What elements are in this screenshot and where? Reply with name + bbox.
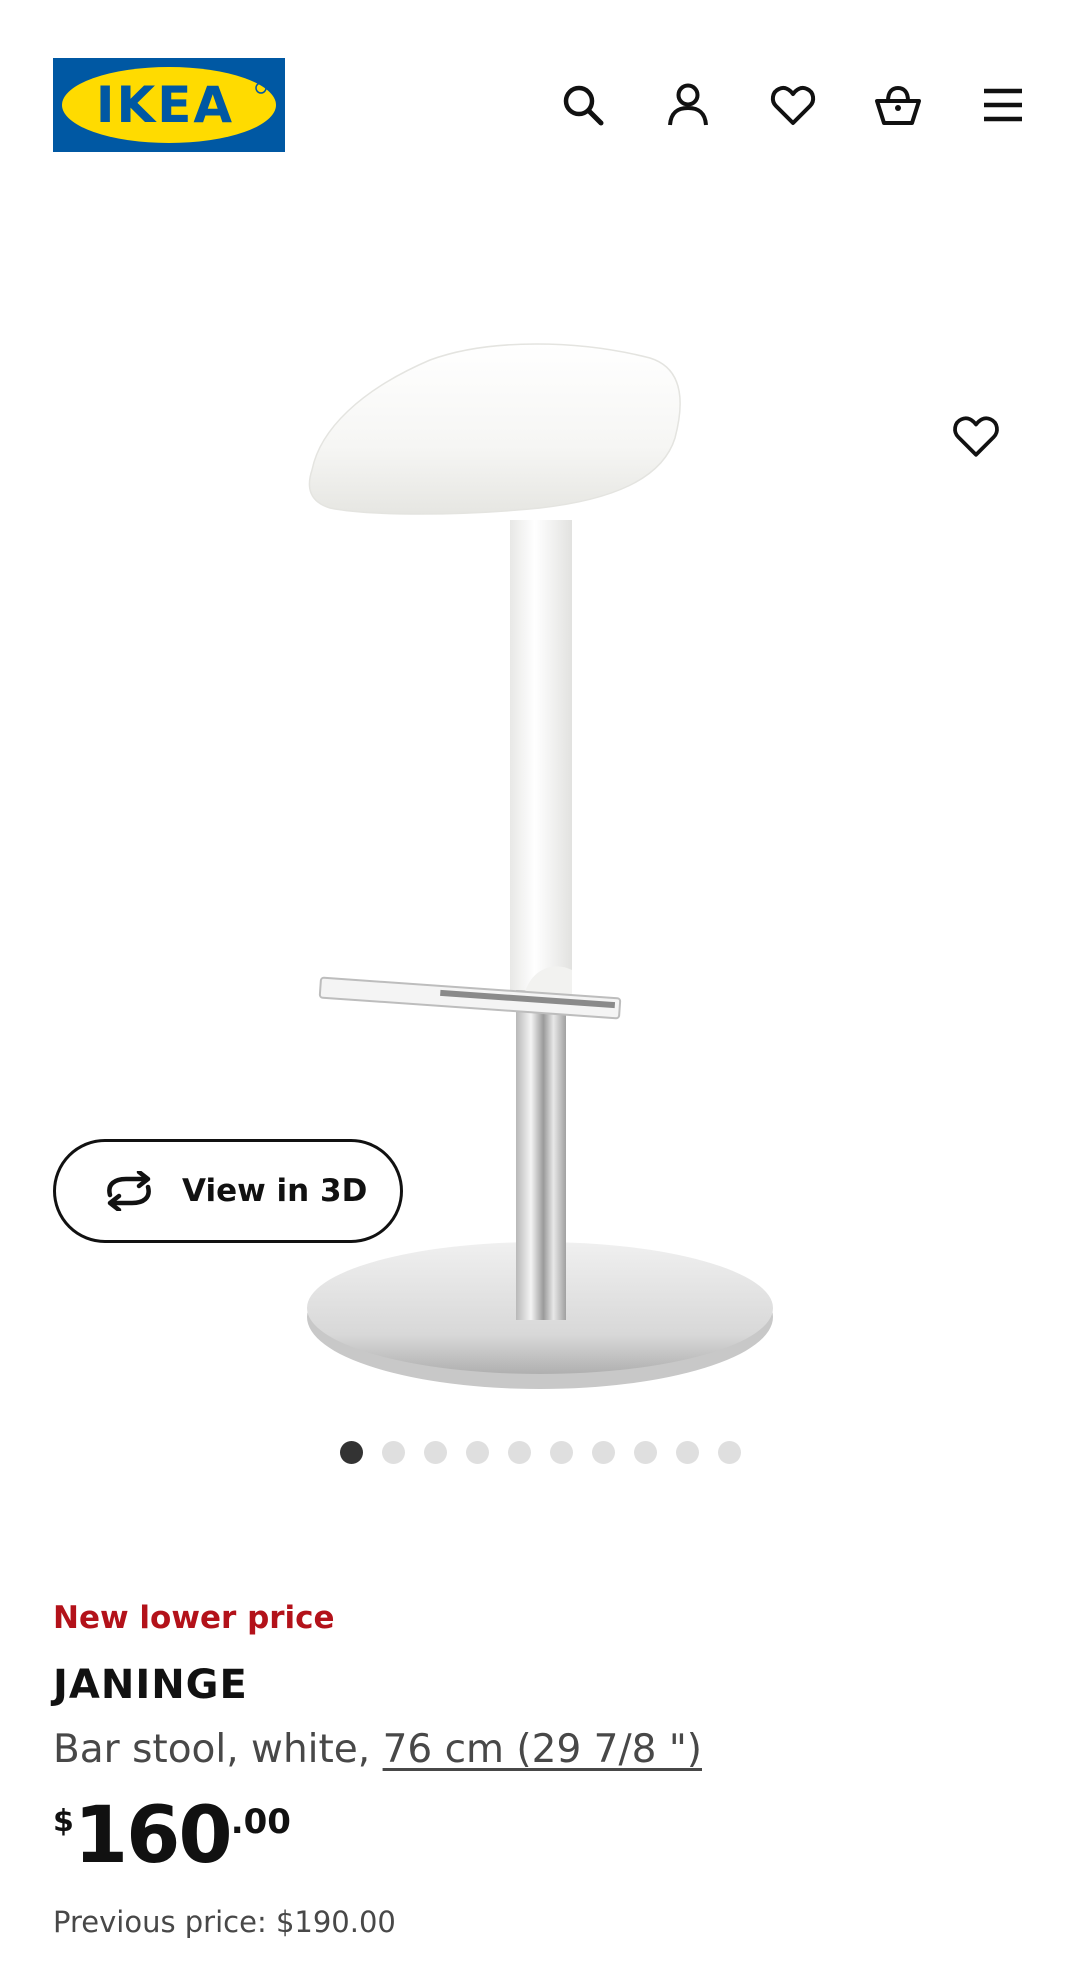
view-in-3d-button[interactable]: View in 3D [53, 1139, 403, 1243]
carousel-dot[interactable] [676, 1441, 699, 1464]
size-link[interactable]: 76 cm (29 7/8 ") [383, 1727, 702, 1772]
current-price: $160.00 [53, 1796, 291, 1876]
product-name: JANINGE [53, 1662, 248, 1708]
description-text: Bar stool, white, [53, 1727, 383, 1772]
carousel-dot[interactable] [340, 1441, 363, 1464]
ikea-logo[interactable]: IKEA [53, 58, 285, 152]
carousel-pagination [340, 1441, 741, 1464]
carousel-dot[interactable] [550, 1441, 573, 1464]
price-integer: 160 [73, 1791, 233, 1881]
carousel-dot[interactable] [382, 1441, 405, 1464]
new-lower-price-badge: New lower price [53, 1600, 335, 1636]
previous-price: Previous price: $190.00 [53, 1905, 396, 1939]
product-description: Bar stool, white, 76 cm (29 7/8 ") [53, 1722, 702, 1778]
carousel-dot[interactable] [424, 1441, 447, 1464]
price-decimal: .00 [230, 1802, 291, 1842]
svg-text:IKEA: IKEA [96, 76, 234, 134]
site-header: IKEA [0, 0, 1080, 200]
shopping-basket-icon[interactable] [868, 75, 928, 135]
account-icon[interactable] [658, 75, 718, 135]
hamburger-menu-icon[interactable] [973, 75, 1033, 135]
carousel-dot[interactable] [508, 1441, 531, 1464]
product-gallery[interactable]: View in 3D [0, 200, 1080, 1500]
add-to-favourites-heart-icon[interactable] [946, 406, 1006, 466]
search-icon[interactable] [553, 75, 613, 135]
favourites-heart-icon[interactable] [763, 75, 823, 135]
carousel-dot[interactable] [592, 1441, 615, 1464]
rotate-3d-icon [100, 1171, 158, 1211]
ikea-logo-graphic: IKEA [53, 58, 285, 152]
price-currency: $ [53, 1804, 74, 1839]
carousel-dot[interactable] [634, 1441, 657, 1464]
carousel-dot[interactable] [718, 1441, 741, 1464]
carousel-dot[interactable] [466, 1441, 489, 1464]
view-in-3d-label: View in 3D [182, 1173, 368, 1209]
